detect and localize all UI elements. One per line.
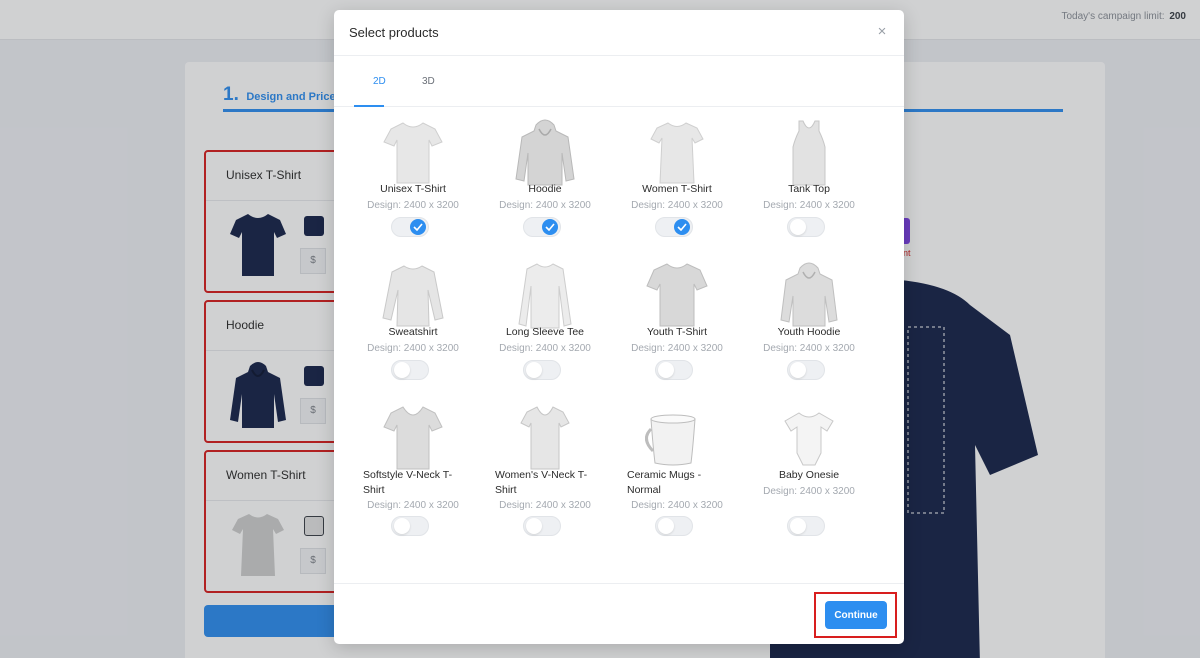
- product-name: Women's V-Neck T-Shirt: [495, 469, 588, 496]
- product-name: Sweatshirt: [388, 326, 438, 338]
- product-toggle[interactable]: [655, 217, 693, 237]
- product-name: Softstyle V-Neck T-Shirt: [363, 469, 453, 496]
- modal-header: Select products ×: [334, 10, 904, 56]
- product-toggle[interactable]: [787, 217, 825, 237]
- sweatshirt-icon: [382, 265, 444, 327]
- check-icon: [542, 219, 558, 235]
- product-toggle[interactable]: [787, 516, 825, 536]
- product-design-size: Design: 2400 x 3200: [499, 500, 591, 511]
- product-design-size: Design: 2400 x 3200: [367, 500, 459, 511]
- product-design-size: Design: 2400 x 3200: [499, 200, 591, 211]
- mug-icon: [645, 414, 696, 466]
- product-type-tabs: 2D 3D: [334, 56, 904, 107]
- product-design-size: Design: 2400 x 3200: [763, 200, 855, 211]
- youth-hoodie-icon: [780, 262, 838, 327]
- product-toggle[interactable]: [523, 217, 561, 237]
- product-name: Baby Onesie: [778, 469, 840, 481]
- women-vneck-icon: [520, 406, 570, 470]
- product-name: Long Sleeve Tee: [505, 326, 585, 338]
- product-toggle[interactable]: [787, 360, 825, 380]
- product-toggle[interactable]: [655, 516, 693, 536]
- long-sleeve-icon: [518, 263, 572, 329]
- modal-footer: Continue: [334, 583, 904, 644]
- tshirt-icon: [383, 122, 443, 184]
- tab-2d[interactable]: 2D: [373, 76, 386, 87]
- select-products-modal: Select products × 2D 3D Unisex T-Shirt D…: [334, 10, 904, 644]
- product-design-size: Design: 2400 x 3200: [631, 343, 723, 354]
- product-design-size: Design: 2400 x 3200: [763, 343, 855, 354]
- onesie-icon: [784, 412, 834, 466]
- product-name: Unisex T-Shirt: [380, 183, 446, 195]
- continue-button[interactable]: Continue: [825, 601, 887, 629]
- product-toggle[interactable]: [391, 217, 429, 237]
- product-name: Youth Hoodie: [777, 326, 841, 338]
- product-toggle[interactable]: [391, 360, 429, 380]
- close-icon[interactable]: ×: [872, 22, 892, 42]
- product-design-size: Design: 2400 x 3200: [631, 200, 723, 211]
- modal-title: Select products: [349, 25, 439, 40]
- product-design-size: Design: 2400 x 3200: [763, 486, 855, 497]
- product-design-size: Design: 2400 x 3200: [367, 200, 459, 211]
- vneck-icon: [383, 406, 443, 470]
- product-name: Youth T-Shirt: [646, 326, 708, 338]
- hoodie-icon: [515, 119, 575, 186]
- product-design-size: Design: 2400 x 3200: [499, 343, 591, 354]
- product-toggle[interactable]: [523, 360, 561, 380]
- product-toggle[interactable]: [391, 516, 429, 536]
- product-toggle[interactable]: [523, 516, 561, 536]
- tab-3d[interactable]: 3D: [422, 76, 435, 87]
- product-name: Tank Top: [788, 183, 830, 195]
- youth-tshirt-icon: [646, 263, 708, 327]
- tank-top-icon: [792, 120, 826, 186]
- product-toggle[interactable]: [655, 360, 693, 380]
- women-tshirt-icon: [650, 122, 704, 184]
- check-icon: [674, 219, 690, 235]
- product-name: Hoodie: [528, 183, 562, 195]
- check-icon: [410, 219, 426, 235]
- product-name: Women T-Shirt: [642, 183, 712, 195]
- product-grid: Unisex T-Shirt Design: 2400 x 3200 Hoodi…: [334, 107, 904, 583]
- product-name: Ceramic Mugs - Normal: [627, 469, 702, 496]
- product-design-size: Design: 2400 x 3200: [631, 500, 723, 511]
- product-design-size: Design: 2400 x 3200: [367, 343, 459, 354]
